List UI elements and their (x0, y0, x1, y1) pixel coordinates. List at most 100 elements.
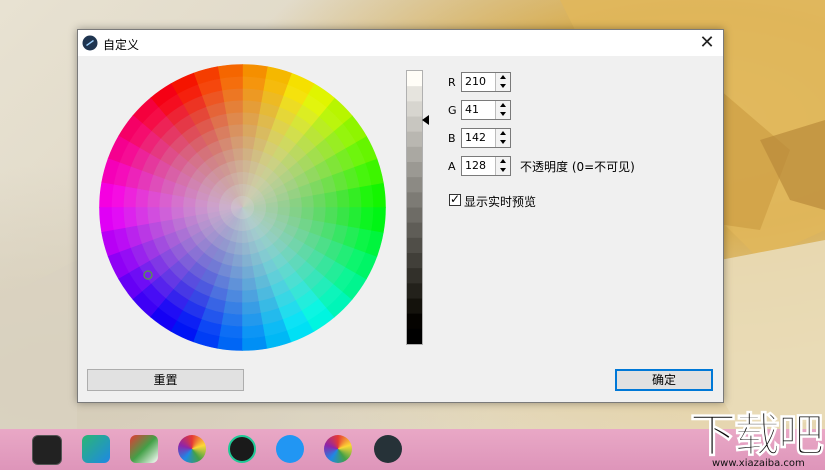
brightness-step (407, 328, 422, 344)
arrow-up-icon (500, 131, 506, 135)
channel-value[interactable]: 41 (465, 103, 479, 116)
wheel-segment (242, 76, 266, 91)
app-icon-5[interactable] (228, 435, 256, 463)
wheel-segment (324, 207, 339, 225)
wheel-segment (347, 207, 362, 229)
brightness-step (407, 146, 422, 163)
brightness-step (407, 162, 422, 178)
wheel-segment (99, 207, 114, 233)
arrow-up-icon (500, 159, 506, 163)
wheel-segment (223, 99, 243, 114)
close-button[interactable]: ✕ (691, 30, 723, 56)
wheel-segment (223, 301, 243, 316)
brightness-step (407, 253, 422, 269)
channel-label-a: A (448, 160, 456, 173)
close-icon: ✕ (699, 32, 715, 53)
title-bar: 自定义 ✕ (78, 30, 723, 56)
wheel-segment (242, 289, 260, 304)
wheel-segment (242, 147, 254, 161)
brightness-step (407, 177, 422, 193)
wheel-segment (221, 312, 243, 327)
wheel-segment (158, 192, 173, 208)
wheel-segment (347, 186, 362, 208)
wheel-segment (111, 207, 126, 231)
spin-buttons (495, 157, 510, 175)
spin-down-button[interactable] (496, 166, 510, 175)
channel-b-spinbox[interactable]: 142 (461, 128, 511, 148)
brightness-step (407, 222, 422, 239)
brightness-step (407, 283, 422, 299)
brightness-pointer-icon[interactable] (422, 115, 429, 125)
spin-down-button[interactable] (496, 138, 510, 147)
spin-buttons (495, 101, 510, 119)
wheel-segment (146, 207, 161, 225)
wheel-segment (217, 64, 243, 79)
wheel-segment (219, 324, 243, 339)
wheel-segment (242, 277, 258, 292)
channel-label-b: B (448, 132, 456, 145)
wheel-segment (134, 188, 149, 208)
wheel-segment (111, 184, 126, 208)
channel-value[interactable]: 128 (465, 159, 486, 172)
channel-value[interactable]: 210 (465, 75, 486, 88)
wheel-segment (182, 196, 196, 208)
wheel-segment (242, 123, 258, 138)
brightness-step (407, 101, 422, 117)
wheel-segment (227, 277, 243, 292)
wheel-segment (371, 207, 386, 233)
wheel-segment (242, 88, 264, 103)
app-icon-1[interactable] (32, 435, 62, 465)
checkmark-icon: ✓ (450, 192, 461, 206)
channel-g-spinbox[interactable]: 41 (461, 100, 511, 120)
watermark-url: www.xiazaiba.com (712, 458, 805, 469)
arrow-down-icon (500, 84, 506, 88)
reset-button[interactable]: 重置 (87, 369, 244, 391)
app-icon-3[interactable] (130, 435, 158, 463)
wheel-segment (242, 99, 262, 114)
app-icon-6[interactable] (276, 435, 304, 463)
dialog-title: 自定义 (103, 38, 140, 52)
channel-value[interactable]: 142 (465, 131, 486, 144)
channel-r-spinbox[interactable]: 210 (461, 72, 511, 92)
wheel-segment (221, 88, 243, 103)
opacity-label: 不透明度 (0=不可见) (520, 160, 635, 174)
wheel-segment (371, 182, 386, 208)
wheel-segment (359, 207, 374, 231)
live-preview-checkbox[interactable]: ✓ (449, 192, 461, 206)
app-icon-2[interactable] (82, 435, 110, 463)
wheel-segment (170, 194, 185, 208)
arrow-up-icon (500, 103, 506, 107)
spin-buttons (495, 73, 510, 91)
brightness-step (407, 116, 422, 133)
spin-down-button[interactable] (496, 110, 510, 119)
color-wheel[interactable] (98, 63, 387, 352)
brightness-step (407, 71, 422, 87)
watermark: 下载吧 www.xiazaiba.com (690, 408, 825, 470)
wheel-segment (146, 190, 161, 208)
wheel-segment (324, 190, 339, 208)
wheel-segment (134, 207, 149, 227)
wheel-segment (99, 182, 114, 208)
wheel-segment (227, 123, 243, 138)
wheel-segment (336, 188, 351, 208)
spin-down-button[interactable] (496, 82, 510, 91)
wheel-segment (217, 336, 243, 351)
wheel-segment (242, 64, 268, 79)
ok-button[interactable]: 确定 (615, 369, 713, 391)
wheel-segment (225, 111, 243, 126)
wheel-segment (242, 336, 268, 351)
arrow-down-icon (500, 140, 506, 144)
wheel-segment (219, 76, 243, 91)
live-preview-label[interactable]: 显示实时预览 (464, 193, 536, 210)
wheel-segment (336, 207, 351, 227)
arrow-down-icon (500, 112, 506, 116)
channel-a-spinbox[interactable]: 128 (461, 156, 511, 176)
app-icon-4[interactable] (178, 435, 206, 463)
wheel-segment (225, 289, 243, 304)
app-icon-7[interactable] (324, 435, 352, 463)
wheel-segment (359, 184, 374, 208)
custom-color-dialog: 自定义 ✕ R 210 G 41 B 142 A 128 不透明度 (0=不可见) ✓ 显示实… (77, 29, 724, 403)
brightness-step (407, 298, 422, 315)
app-icon-8[interactable] (374, 435, 402, 463)
brightness-strip[interactable] (406, 70, 423, 345)
